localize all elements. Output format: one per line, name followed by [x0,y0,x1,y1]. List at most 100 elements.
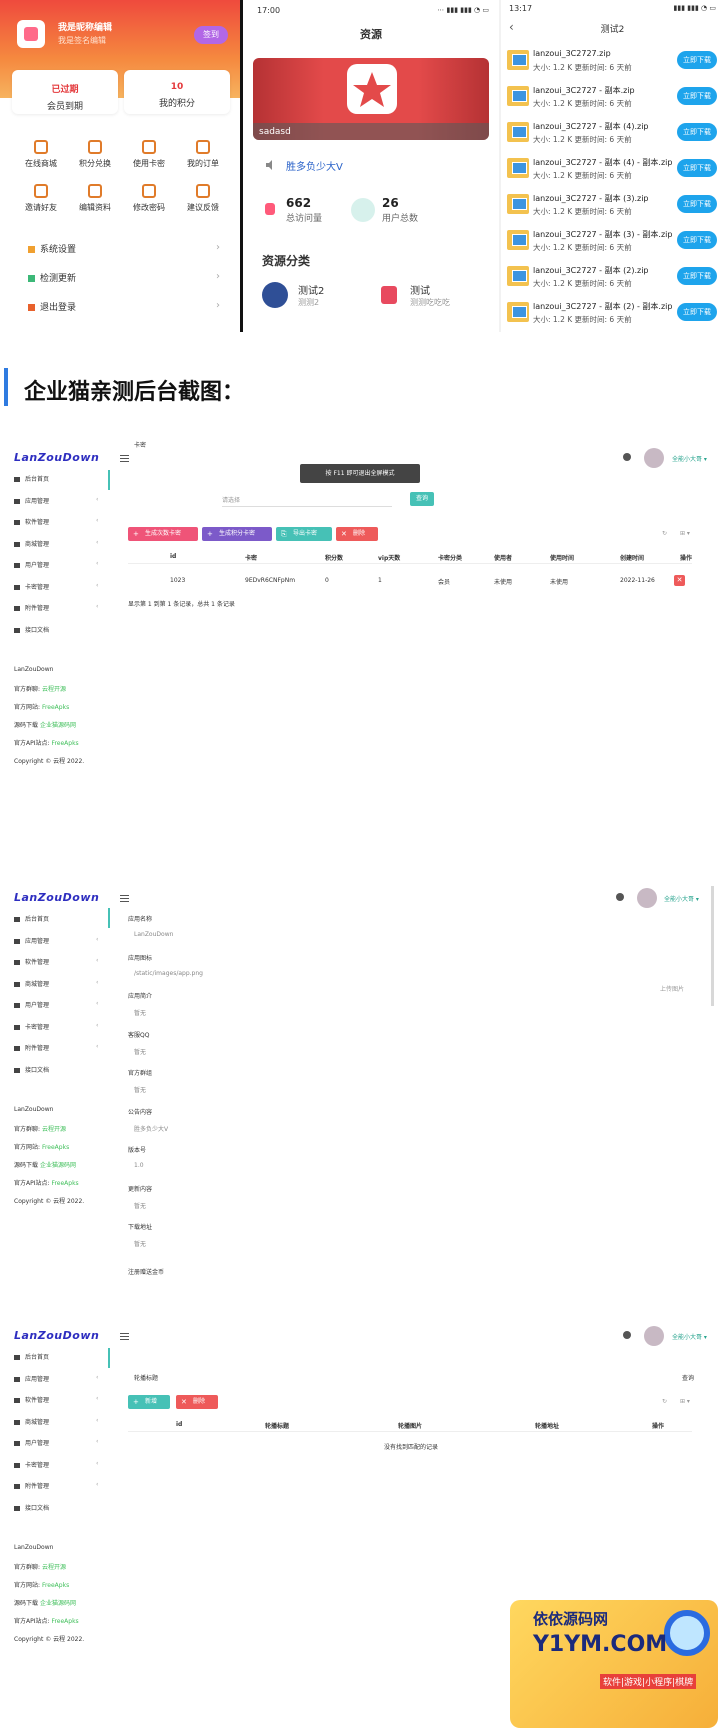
file-row[interactable]: lanzoui_3C2727 - 副本 (3) - 副本.zip 大小: 1.2 … [505,226,721,258]
field-input[interactable]: 暂无 [134,1085,146,1094]
category-name[interactable]: 测试2 [298,282,324,297]
palette-icon[interactable] [623,1331,631,1339]
field-input[interactable]: 暂无 [134,1047,146,1056]
download-button[interactable]: 立即下载 [677,303,717,321]
sidebar-item[interactable]: 附件管理 ‹ [14,1043,98,1052]
field-input[interactable]: 胜多负少大V [134,1124,168,1133]
filter-select[interactable]: 请选择 [222,495,392,507]
sidebar-item[interactable]: 应用管理 ‹ [14,1374,98,1383]
field-input[interactable]: 暂无 [134,1201,146,1210]
footer-text[interactable]: FreeApks [51,1180,78,1187]
gen-points-card-button[interactable]: + 生成积分卡密 [202,527,272,541]
user-name[interactable]: 全能小大哥 ▾ [672,1332,707,1341]
field-input[interactable]: LanZouDown [134,931,173,938]
menu-system-settings[interactable]: 系统设置 › [28,242,220,256]
file-row[interactable]: lanzoui_3C2727 - 副本 (2) - 副本.zip 大小: 1.2 … [505,298,721,330]
notice-text[interactable]: 胜多负少大V [286,158,343,173]
sidebar-item[interactable]: 商城管理 ‹ [14,539,98,548]
sidebar-item[interactable]: 应用管理 ‹ [14,936,98,945]
user-avatar[interactable] [644,1326,664,1346]
sidebar-item[interactable]: 后台首页 [14,474,49,483]
grid-item-edit[interactable]: 编辑资料 [70,184,120,213]
sidebar-item[interactable]: 附件管理 ‹ [14,603,98,612]
user-avatar[interactable] [637,888,657,908]
category-name[interactable]: 测试 [410,282,430,297]
sidebar-item[interactable]: 商城管理 ‹ [14,1417,98,1426]
column-header[interactable]: 使用者 [494,553,512,562]
field-input[interactable]: 暂无 [134,1008,146,1017]
footer-text[interactable]: 云程开源 [42,1564,66,1571]
refresh-icon[interactable]: ↻ [662,1398,667,1405]
query-button[interactable]: 查询 [682,1373,694,1382]
file-row[interactable]: lanzoui_3C2727.zip 大小: 1.2 K 更新时间: 6 天前 立即… [505,46,721,78]
download-button[interactable]: 立即下载 [677,87,717,105]
footer-text[interactable]: 企业猫源码网 [40,1162,76,1169]
grid-item-exchange[interactable]: 积分兑换 [70,140,120,169]
menu-toggle-icon[interactable] [120,1333,129,1340]
grid-item-invite[interactable]: 邀请好友 [16,184,66,213]
gen-count-card-button[interactable]: + 生成次数卡密 [128,527,198,541]
download-button[interactable]: 立即下载 [677,267,717,285]
menu-check-update[interactable]: 检测更新 › [28,271,220,285]
avatar[interactable] [17,20,45,48]
file-row[interactable]: lanzoui_3C2727 - 副本 (3).zip 大小: 1.2 K 更新时… [505,190,721,222]
column-header[interactable]: vip天数 [378,553,400,562]
footer-text[interactable]: 企业猫源码网 [40,722,76,729]
field-input[interactable]: 暂无 [134,1239,146,1248]
footer-text[interactable]: FreeApks [51,1618,78,1625]
field-input[interactable]: /static/images/app.png [134,970,203,977]
sidebar-item[interactable]: 附件管理 ‹ [14,1481,98,1490]
grid-item-password[interactable]: 修改密码 [124,184,174,213]
column-header[interactable]: 操作 [680,553,692,562]
sidebar-item[interactable]: 接口文档 [14,1065,49,1074]
palette-icon[interactable] [616,893,624,901]
footer-text[interactable]: 云程开源 [42,686,66,693]
column-header[interactable]: id [170,553,176,560]
download-button[interactable]: 立即下载 [677,159,717,177]
sign-in-button[interactable]: 签到 [194,26,228,44]
column-header[interactable]: id [176,1421,182,1428]
sidebar-item[interactable]: 卡密管理 ‹ [14,1022,98,1031]
sidebar-item[interactable]: 接口文档 [14,625,49,634]
sidebar-item[interactable]: 软件管理 ‹ [14,957,98,966]
file-row[interactable]: lanzoui_3C2727 - 副本 (4) - 副本.zip 大小: 1.2 … [505,154,721,186]
field-input[interactable]: 1.0 [134,1162,144,1169]
sidebar-item[interactable]: 软件管理 ‹ [14,1395,98,1404]
export-card-button[interactable]: ⎘ 导出卡密 [276,527,332,541]
column-header[interactable]: 创建时间 [620,553,644,562]
banner[interactable]: sadasd [253,58,489,140]
logo[interactable]: LanZouDown [14,891,99,904]
logo[interactable]: LanZouDown [14,451,99,464]
sidebar-item[interactable]: 卡密管理 ‹ [14,1460,98,1469]
menu-toggle-icon[interactable] [120,455,129,462]
download-button[interactable]: 立即下载 [677,51,717,69]
sidebar-item[interactable]: 应用管理 ‹ [14,496,98,505]
column-header[interactable]: 积分数 [325,553,343,562]
sidebar-item[interactable]: 后台首页 [14,1352,49,1361]
query-button[interactable]: 查询 [410,492,434,506]
footer-text[interactable]: 企业猫源码网 [40,1600,76,1607]
file-row[interactable]: lanzoui_3C2727 - 副本 (2).zip 大小: 1.2 K 更新时… [505,262,721,294]
sidebar-item[interactable]: 商城管理 ‹ [14,979,98,988]
grid-item-feedback[interactable]: 建议反馈 [178,184,228,213]
download-button[interactable]: 立即下载 [677,195,717,213]
refresh-icon[interactable]: ↻ [662,530,667,537]
sidebar-item[interactable]: 接口文档 [14,1503,49,1512]
column-header[interactable]: 使用时间 [550,553,574,562]
columns-icon[interactable]: ⊞ ▾ [680,530,690,537]
sidebar-item[interactable]: 卡密管理 ‹ [14,582,98,591]
footer-text[interactable]: 云程开源 [42,1126,66,1133]
column-header[interactable]: 轮播地址 [535,1421,559,1430]
upload-image-button[interactable]: 上传图片 [660,984,684,993]
footer-text[interactable]: FreeApks [42,704,69,711]
column-header[interactable]: 轮播标题 [265,1421,289,1430]
add-button[interactable]: + 新增 [128,1395,170,1409]
footer-text[interactable]: FreeApks [42,1582,69,1589]
palette-icon[interactable] [623,453,631,461]
sidebar-item[interactable]: 用户管理 ‹ [14,560,98,569]
footer-text[interactable]: FreeApks [42,1144,69,1151]
column-header[interactable]: 卡密分类 [438,553,462,562]
file-row[interactable]: lanzoui_3C2727 - 副本 (4).zip 大小: 1.2 K 更新时… [505,118,721,150]
row-delete-icon[interactable]: ✕ [674,575,685,586]
points-card[interactable]: 10 我的积分 [124,70,230,114]
